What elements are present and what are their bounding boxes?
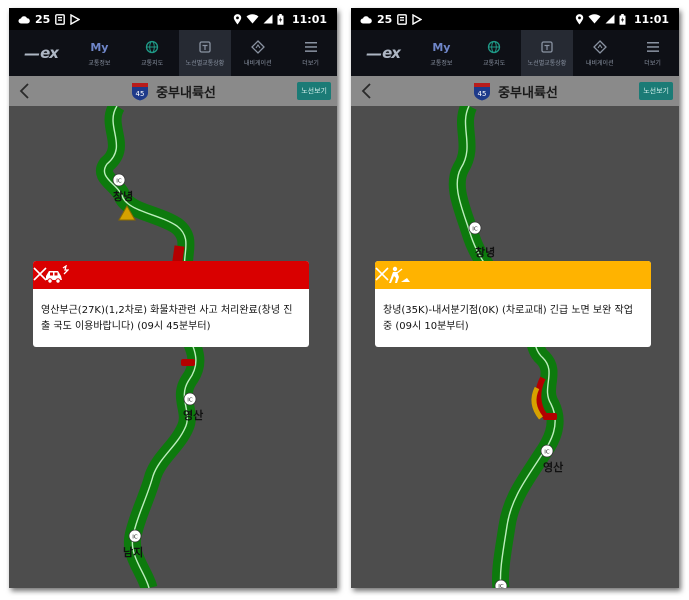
- tab-traffic-info[interactable]: My 교통정보: [73, 30, 126, 76]
- comparison-stage: 25 11:01 — ex My 교통정보 교통지도 노선별교통상황 내비게이션…: [0, 0, 689, 600]
- battery-icon: [619, 13, 626, 25]
- svg-text:IC: IC: [472, 227, 478, 233]
- route-map[interactable]: IC IC IC 창녕 영산 창녕(35K)-내서분기점(0K) (차로교대) …: [351, 106, 679, 588]
- notification-app-icon: [55, 13, 66, 25]
- road-sign-icon: [199, 41, 211, 53]
- hamburger-menu-icon: [304, 42, 317, 52]
- battery-icon: [277, 13, 284, 25]
- tab-label: 노선별교통상황: [185, 60, 225, 67]
- app-navigation-bar: — ex My 교통정보 교통지도 노선별교통상황 내비게이션 더보기: [9, 30, 337, 76]
- svg-text:IC: IC: [132, 535, 138, 541]
- phone-screen-left: 25 11:01 — ex My 교통정보 교통지도 노선별교통상황 내비게이션…: [9, 8, 337, 588]
- tab-label: 내비게이션: [243, 60, 272, 67]
- tab-label: 더보기: [302, 60, 319, 67]
- highway-path: IC IC IC: [448, 106, 564, 588]
- ic-marker: IC: [183, 392, 197, 406]
- ic-marker: IC: [494, 579, 508, 588]
- incident-popup: 영산부근(27K)(1,2차로) 화물차관련 사고 처리완료(창녕 진출 국도 …: [33, 261, 309, 347]
- popup-header: [33, 261, 309, 289]
- tab-label: 교통지도: [141, 60, 164, 67]
- cloud-icon: [18, 15, 30, 23]
- svg-text:IC: IC: [544, 450, 550, 456]
- route-number-text: 45: [136, 90, 145, 98]
- notification-app-icon: [397, 13, 408, 25]
- svg-text:IC: IC: [116, 179, 122, 185]
- ic-marker: IC: [112, 173, 126, 187]
- map-label-namji: 남지: [123, 546, 144, 559]
- location-icon: [233, 13, 242, 24]
- highway-shield-icon: 45: [132, 83, 149, 101]
- tab-label: 교통지도: [483, 60, 506, 67]
- ic-marker: IC: [128, 529, 142, 543]
- phone-screen-right: 25 11:01 — ex My 교통정보 교통지도 노선별교통상황 내비게이션…: [351, 8, 679, 588]
- my-badge: My: [90, 40, 109, 54]
- tab-label: 더보기: [644, 60, 661, 67]
- cloud-icon: [360, 15, 372, 23]
- close-icon[interactable]: [375, 267, 389, 281]
- play-store-icon: [70, 13, 81, 25]
- svg-text:IC: IC: [187, 398, 193, 404]
- signal-icon: [605, 14, 615, 24]
- status-bar: 25 11:01: [9, 8, 337, 30]
- popup-header: [375, 261, 651, 289]
- popup-message: 영산부근(27K)(1,2차로) 화물차관련 사고 처리완료(창녕 진출 국도 …: [41, 305, 293, 332]
- play-store-icon: [412, 13, 423, 25]
- my-badge: My: [432, 40, 451, 54]
- tab-traffic-map[interactable]: 교통지도: [126, 30, 179, 76]
- ic-marker: IC: [540, 444, 554, 458]
- tab-label: 노선별교통상황: [527, 60, 567, 67]
- map-label-yeongsan: 영산: [183, 409, 204, 422]
- globe-icon: [146, 40, 159, 54]
- signal-icon: [263, 14, 273, 24]
- tab-label: 교통정보: [430, 60, 453, 67]
- wifi-icon: [588, 14, 601, 24]
- tab-label: 내비게이션: [585, 60, 614, 67]
- tab-traffic-info[interactable]: My 교통정보: [415, 30, 468, 76]
- tab-more[interactable]: 더보기: [284, 30, 337, 76]
- ic-marker: IC: [468, 221, 482, 235]
- location-icon: [575, 13, 584, 24]
- map-label-changnyeong: 창녕: [475, 246, 496, 259]
- map-label-yeongsan: 영산: [543, 461, 564, 474]
- map-label-changnyeong: 창녕: [113, 190, 134, 203]
- app-navigation-bar: — ex My 교통정보 교통지도 노선별교통상황 내비게이션 더보기: [351, 30, 679, 76]
- view-route-button[interactable]: 노선보기: [297, 82, 331, 100]
- globe-icon: [488, 40, 501, 54]
- ex-logo[interactable]: — ex: [9, 30, 73, 76]
- route-number-text: 45: [478, 90, 487, 98]
- tab-traffic-map[interactable]: 교통지도: [468, 30, 521, 76]
- page-title: 중부내륙선: [498, 85, 558, 101]
- ex-logo[interactable]: — ex: [351, 30, 415, 76]
- highway-shield-icon: 45: [474, 83, 491, 101]
- incident-popup: 창녕(35K)-내서분기점(0K) (차로교대) 긴급 노면 보완 작업 중 (…: [375, 261, 651, 347]
- close-icon[interactable]: [33, 267, 47, 281]
- clock-text: 11:01: [291, 12, 327, 26]
- clock-text: 11:01: [633, 12, 669, 26]
- page-title: 중부내륙선: [156, 85, 216, 101]
- hamburger-menu-icon: [646, 42, 659, 52]
- route-title-bar: 45 중부내륙선 노선보기: [9, 76, 337, 106]
- tab-more[interactable]: 더보기: [626, 30, 679, 76]
- svg-text:IC: IC: [498, 584, 504, 588]
- route-map[interactable]: IC IC IC 창녕 영산 남지 영산부근(27K)(1,2차로) 화물차관련…: [9, 106, 337, 588]
- temperature-text: 25: [35, 12, 51, 26]
- temperature-text: 25: [377, 12, 393, 26]
- tab-navigation[interactable]: 내비게이션: [573, 30, 626, 76]
- wifi-icon: [246, 14, 259, 24]
- popup-message: 창녕(35K)-내서분기점(0K) (차로교대) 긴급 노면 보완 작업 중 (…: [383, 305, 633, 332]
- road-sign-icon: [541, 41, 553, 53]
- highway-path: IC IC IC: [96, 106, 205, 588]
- tab-route-traffic[interactable]: 노선별교통상황: [178, 30, 232, 76]
- navigation-diamond-icon: [592, 40, 607, 54]
- navigation-diamond-icon: [250, 40, 265, 54]
- route-title-bar: 45 중부내륙선 노선보기: [351, 76, 679, 106]
- view-route-button[interactable]: 노선보기: [639, 82, 673, 100]
- tab-route-traffic[interactable]: 노선별교통상황: [520, 30, 574, 76]
- status-bar: 25 11:01: [351, 8, 679, 30]
- tab-label: 교통정보: [88, 60, 111, 67]
- tab-navigation[interactable]: 내비게이션: [231, 30, 284, 76]
